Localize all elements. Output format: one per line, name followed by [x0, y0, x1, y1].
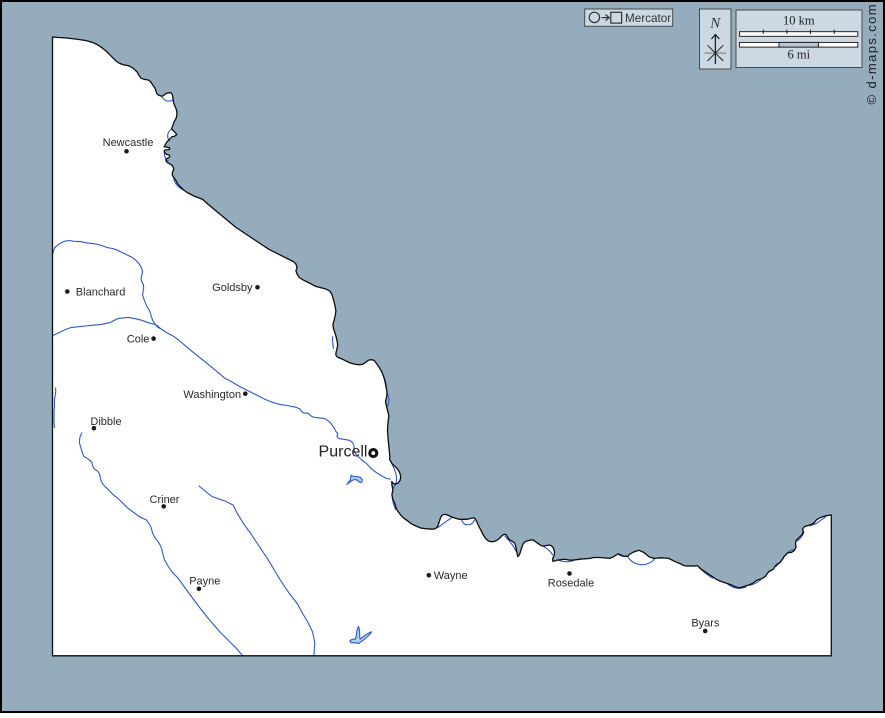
svg-text:Criner: Criner [150, 494, 180, 506]
svg-text:Newcastle: Newcastle [103, 137, 154, 149]
svg-text:Wayne: Wayne [434, 570, 468, 582]
svg-text:Goldsby: Goldsby [212, 282, 253, 294]
svg-text:10 km: 10 km [783, 14, 815, 28]
svg-text:Mercator: Mercator [625, 12, 671, 25]
svg-text:Blanchard: Blanchard [76, 287, 126, 299]
svg-text:Purcell: Purcell [319, 444, 368, 461]
svg-text:Washington: Washington [183, 389, 241, 401]
svg-text:6 mi: 6 mi [788, 48, 811, 62]
svg-text:Payne: Payne [189, 576, 220, 588]
svg-text:Rosedale: Rosedale [548, 578, 594, 590]
svg-text:© d-maps.com: © d-maps.com [864, 3, 879, 105]
svg-text:Byars: Byars [691, 618, 720, 630]
svg-text:Cole: Cole [127, 334, 150, 346]
svg-text:Dibble: Dibble [90, 416, 121, 428]
svg-text:N: N [709, 16, 721, 32]
